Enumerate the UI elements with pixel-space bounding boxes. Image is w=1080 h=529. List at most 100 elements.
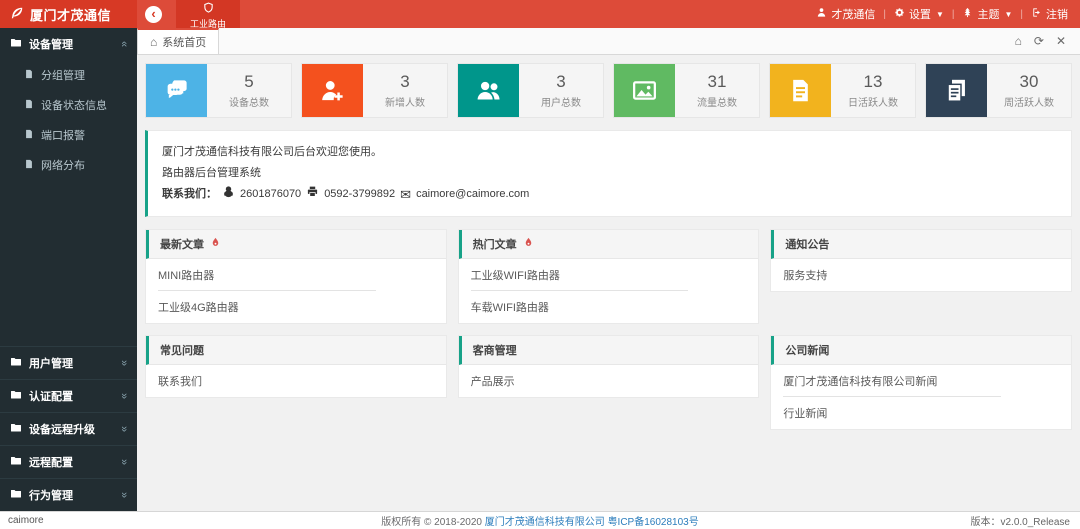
caret-down-icon: ▼ <box>935 9 944 19</box>
copy-icon <box>926 64 987 117</box>
header-separator: | <box>1020 8 1023 20</box>
stat-value: 30 <box>1019 72 1039 92</box>
panel-grid: 最新文章 MINI路由器 工业级4G路由器 热门文章 工业级WIFI路由器 车载… <box>145 228 1072 430</box>
stat-card-traffic: 31 流量总数 <box>613 63 760 118</box>
hot-icon <box>523 237 534 251</box>
tab-system-home[interactable]: ⌂ 系统首页 <box>137 28 220 54</box>
panel-item-link[interactable]: 工业级WIFI路由器 <box>459 259 759 291</box>
file-text-icon <box>770 64 831 117</box>
folder-icon <box>10 422 22 437</box>
copyright-text: 版权所有 © 2018-2020 <box>381 517 485 528</box>
panel-item-link[interactable]: 车载WIFI路由器 <box>459 291 759 323</box>
phone-number: 0592-3799892 <box>324 188 396 200</box>
tab-label: 系统首页 <box>162 37 207 49</box>
panel-item-link[interactable]: 产品展示 <box>459 365 759 397</box>
stat-card-new-users: 3 新增人数 <box>301 63 448 118</box>
stat-value: 3 <box>556 72 566 92</box>
panel-header: 热门文章 <box>458 229 759 259</box>
panel-header: 最新文章 <box>146 229 446 259</box>
stat-value: 31 <box>707 72 727 92</box>
panel-title: 公司新闻 <box>785 344 830 357</box>
panel-notices: 通知公告 服务支持 <box>770 228 1072 292</box>
logout-label: 注销 <box>1046 9 1068 21</box>
stat-value: 3 <box>400 72 410 92</box>
logo[interactable]: 厦门才茂通信 <box>0 0 137 28</box>
sidebar-group-remote-upgrade[interactable]: 设备远程升级 » <box>0 412 137 445</box>
file-icon <box>24 129 34 142</box>
welcome-panel: 厦门才茂通信科技有限公司后台欢迎您使用。 路由器后台管理系统 联系我们： 260… <box>145 130 1072 217</box>
icp-link[interactable]: 粤ICP备16028103号 <box>608 517 699 528</box>
sidebar-group-label: 用户管理 <box>29 358 73 370</box>
logout-button[interactable]: 注销 <box>1031 6 1068 22</box>
top-header: 厦门才茂通信 ‹ 工业路由 才茂通信 | 设置 ▼ | 主题 ▼ | 注销 <box>0 0 1080 29</box>
home-icon[interactable]: ⌂ <box>1015 35 1022 47</box>
refresh-icon[interactable]: ⟳ <box>1034 35 1044 47</box>
sidebar-item-device-status[interactable]: 设备状态信息 <box>0 90 137 120</box>
sidebar-group-remote-config[interactable]: 远程配置 » <box>0 445 137 478</box>
sidebar-collapse-button[interactable]: ‹ <box>145 5 162 23</box>
sidebar-group-label: 设备管理 <box>29 39 73 51</box>
panel-header: 公司新闻 <box>771 335 1071 365</box>
shield-icon <box>203 0 214 18</box>
panel-header: 通知公告 <box>771 229 1071 259</box>
panel-merchant-manage: 客商管理 产品展示 <box>457 334 760 398</box>
theme-label: 主题 <box>977 9 1000 21</box>
sidebar-item-port-alarm[interactable]: 端口报警 <box>0 120 137 150</box>
welcome-line-1: 厦门才茂通信科技有限公司后台欢迎您使用。 <box>162 146 382 158</box>
contact-line: 联系我们： 2601876070 0592-3799892 ✉ caimore@… <box>162 185 1057 204</box>
image-icon <box>614 64 675 117</box>
panel-faq: 常见问题 联系我们 <box>145 334 447 398</box>
folder-icon <box>10 488 22 503</box>
sidebar-item-network-distribution[interactable]: 网络分布 <box>0 150 137 180</box>
sidebar-group-auth-config[interactable]: 认证配置 » <box>0 379 137 412</box>
tab-bar: ⌂ 系统首页 ⌂ ⟳ ✕ <box>137 28 1080 55</box>
welcome-line-2: 路由器后台管理系统 <box>162 166 261 179</box>
close-icon[interactable]: ✕ <box>1056 35 1066 47</box>
footer-version: 版本：v2.0.0_Release <box>970 517 1071 528</box>
sidebar-group-label: 远程配置 <box>29 457 73 469</box>
panel-item-link[interactable]: 厦门才茂通信科技有限公司新闻 <box>771 365 1071 397</box>
tree-icon <box>962 7 973 21</box>
company-link[interactable]: 厦门才茂通信科技有限公司 <box>485 517 605 528</box>
stat-card-weekly-active: 30 周活跃人数 <box>925 63 1072 118</box>
chevrons-down-icon: » <box>117 392 130 400</box>
stat-value: 13 <box>863 72 883 92</box>
panel-item-link[interactable]: 联系我们 <box>146 365 446 397</box>
tab-actions: ⌂ ⟳ ✕ <box>1015 28 1080 54</box>
gear-icon <box>894 7 905 21</box>
folder-icon <box>10 455 22 470</box>
sidebar-item-label: 网络分布 <box>41 160 85 172</box>
sidebar-group-user-manage[interactable]: 用户管理 » <box>0 346 137 379</box>
panel-hot-articles: 热门文章 工业级WIFI路由器 车载WIFI路由器 <box>457 228 760 324</box>
app-root: 厦门才茂通信 ‹ 工业路由 才茂通信 | 设置 ▼ | 主题 ▼ | 注销 设备… <box>0 0 1080 529</box>
user-menu[interactable]: 才茂通信 <box>816 6 875 22</box>
panel-item-link[interactable]: 行业新闻 <box>771 397 1071 429</box>
sidebar-item-label: 端口报警 <box>41 130 85 142</box>
user-icon <box>816 7 827 21</box>
top-menu-industrial-router[interactable]: 工业路由 <box>176 0 241 29</box>
header-separator: | <box>951 8 955 20</box>
panel-company-news: 公司新闻 厦门才茂通信科技有限公司新闻 行业新闻 <box>770 334 1072 430</box>
panel-item-link[interactable]: 服务支持 <box>771 259 1071 291</box>
stat-value: 5 <box>244 72 254 92</box>
sidebar-group-behavior-manage[interactable]: 行为管理 » <box>0 478 137 511</box>
sidebar: 设备管理 « 分组管理 设备状态信息 端口报警 网络分布 用户管理 » 认证配置… <box>0 28 137 511</box>
folder-icon <box>10 389 22 404</box>
footer: caimore 版权所有 © 2018-2020 厦门才茂通信科技有限公司 粤I… <box>0 511 1080 529</box>
chevrons-down-icon: » <box>117 425 130 433</box>
theme-menu[interactable]: 主题 ▼ <box>962 6 1012 22</box>
sidebar-item-group-manage[interactable]: 分组管理 <box>0 60 137 90</box>
qq-number: 2601876070 <box>240 188 302 200</box>
comments-icon <box>146 64 207 117</box>
file-icon <box>24 99 34 112</box>
sidebar-group-device-manage[interactable]: 设备管理 « <box>0 28 137 60</box>
panel-item-link[interactable]: MINI路由器 <box>146 259 446 291</box>
sidebar-group-label: 认证配置 <box>29 391 73 403</box>
folder-icon <box>10 37 22 52</box>
stat-label: 日活跃人数 <box>848 97 898 109</box>
panel-title: 常见问题 <box>160 344 204 357</box>
settings-menu[interactable]: 设置 ▼ <box>894 6 944 22</box>
sidebar-item-label: 设备状态信息 <box>41 100 107 112</box>
header-separator: | <box>883 8 886 20</box>
panel-item-link[interactable]: 工业级4G路由器 <box>146 291 446 323</box>
